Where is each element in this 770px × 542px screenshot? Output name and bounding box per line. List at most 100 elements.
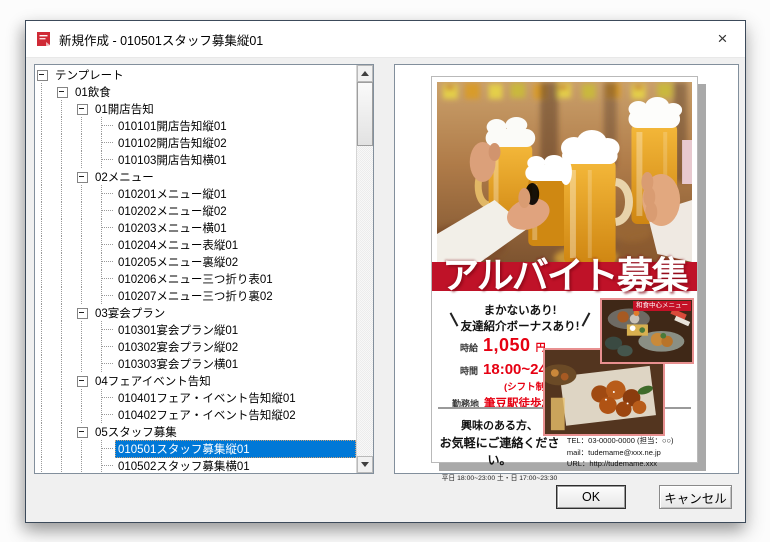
tree-item[interactable]: 01開店告知 (35, 100, 356, 117)
tree-scrollbar[interactable] (356, 65, 373, 473)
tree-connector (97, 457, 115, 473)
tree-item[interactable]: 010303宴会プラン横01 (35, 355, 356, 372)
tree-item-label[interactable]: 010205メニュー裏縦02 (115, 253, 241, 271)
tree-item[interactable]: 010502スタッフ募集横01 (35, 457, 356, 473)
collapse-toggle-icon[interactable] (77, 304, 90, 321)
tree-item[interactable]: 010302宴会プラン縦02 (35, 338, 356, 355)
tree-item-label[interactable]: 010101開店告知縦01 (115, 117, 230, 135)
tree-guide-line (77, 219, 97, 236)
tree-item-label[interactable]: 05スタッフ募集 (92, 423, 180, 441)
tree-item-label[interactable]: 010102開店告知縦02 (115, 134, 230, 152)
tree-item-label[interactable]: 010303宴会プラン横01 (115, 355, 241, 373)
tree-item-label[interactable]: テンプレート (52, 66, 127, 84)
scroll-up-button[interactable] (357, 65, 373, 82)
tree-connector (97, 185, 115, 202)
tree-item-label[interactable]: 010203メニュー横01 (115, 219, 230, 237)
tree-item-label[interactable]: 010502スタッフ募集横01 (115, 457, 253, 474)
tree-item[interactable]: 010103開店告知横01 (35, 151, 356, 168)
tree-item[interactable]: 010101開店告知縦01 (35, 117, 356, 134)
tree-item-label[interactable]: 03宴会プラン (92, 304, 168, 322)
tree-guide-line (37, 151, 57, 168)
scrollbar-thumb[interactable] (357, 82, 373, 146)
poster-title: アルバイト募集 (432, 257, 697, 294)
tree-item[interactable]: 010206メニュー三つ折り表01 (35, 270, 356, 287)
tree-guide-line (77, 321, 97, 338)
tree-item-label[interactable]: 010202メニュー縦02 (115, 202, 230, 220)
tree-item-label[interactable]: 010201メニュー縦01 (115, 185, 230, 203)
tree-item[interactable]: 010203メニュー横01 (35, 219, 356, 236)
tree-guide-line (57, 406, 77, 423)
tree-item[interactable]: 010301宴会プラン縦01 (35, 321, 356, 338)
tree-guide-line (37, 134, 57, 151)
cancel-button[interactable]: キャンセル (659, 485, 732, 509)
appeal-line1: まかないあり! (461, 303, 580, 319)
tree-connector (97, 389, 115, 406)
tree-item-label[interactable]: 010206メニュー三つ折り表01 (115, 270, 276, 288)
tree-guide-line (57, 321, 77, 338)
tree-item-label[interactable]: 010204メニュー表縦01 (115, 236, 241, 254)
tree-guide-line (77, 202, 97, 219)
tree-guide-line (77, 440, 97, 457)
tree-item-label[interactable]: 010207メニュー三つ折り裏02 (115, 287, 276, 305)
tree-item[interactable]: テンプレート (35, 66, 356, 83)
tree-item[interactable]: 010402フェア・イベント告知縦02 (35, 406, 356, 423)
collapse-toggle-icon[interactable] (77, 372, 90, 389)
tree-guide-line (37, 117, 57, 134)
tree-item-label[interactable]: 010301宴会プラン縦01 (115, 321, 241, 339)
template-tree[interactable]: テンプレート01飲食01開店告知010101開店告知縦01010102開店告知縦… (34, 64, 374, 474)
tree-item[interactable]: 010205メニュー裏縦02 (35, 253, 356, 270)
collapse-toggle-icon[interactable] (77, 423, 90, 440)
tree-item[interactable]: 02メニュー (35, 168, 356, 185)
scroll-down-button[interactable] (357, 456, 373, 473)
tree-item-label[interactable]: 010401フェア・イベント告知縦01 (115, 389, 299, 407)
appeal-block: まかないあり! 友達紹介ボーナスあり! (436, 303, 604, 335)
close-button[interactable]: × (700, 21, 745, 57)
tree-item[interactable]: 010204メニュー表縦01 (35, 236, 356, 253)
tree-item[interactable]: 010201メニュー縦01 (35, 185, 356, 202)
tree-guide-line (57, 423, 77, 440)
tree-guide-line (77, 338, 97, 355)
tree-guide-line (77, 185, 97, 202)
tree-connector (97, 287, 115, 304)
tree-item-label[interactable]: 01開店告知 (92, 100, 157, 118)
tree-item-label[interactable]: 04フェアイベント告知 (92, 372, 214, 390)
wage-label: 時給 (460, 341, 478, 354)
tree-guide-line (77, 134, 97, 151)
tree-guide-line (57, 270, 77, 287)
tree-item[interactable]: 010207メニュー三つ折り裏02 (35, 287, 356, 304)
tree-item[interactable]: 010501スタッフ募集縦01 (35, 440, 356, 457)
slash-left-decoration (449, 312, 458, 326)
ok-button[interactable]: OK (556, 485, 626, 509)
tree-guide-line (37, 389, 57, 406)
tree-item-label[interactable]: 010103開店告知横01 (115, 151, 230, 169)
tree-guide-line (57, 168, 77, 185)
collapse-toggle-icon[interactable] (77, 100, 90, 117)
tree-connector (97, 338, 115, 355)
tree-guide-line (37, 253, 57, 270)
tree-item[interactable]: 010202メニュー縦02 (35, 202, 356, 219)
tree-item-label[interactable]: 010402フェア・イベント告知縦02 (115, 406, 299, 424)
tree-guide-line (37, 406, 57, 423)
tree-item[interactable]: 05スタッフ募集 (35, 423, 356, 440)
tree-item[interactable]: 010401フェア・イベント告知縦01 (35, 389, 356, 406)
collapse-toggle-icon[interactable] (37, 66, 50, 83)
titlebar: 新規作成 - 010501スタッフ募集縦01 × (26, 21, 745, 58)
tree-item[interactable]: 010102開店告知縦02 (35, 134, 356, 151)
tree-guide-line (77, 270, 97, 287)
tree-item[interactable]: 01飲食 (35, 83, 356, 100)
tree-item[interactable]: 04フェアイベント告知 (35, 372, 356, 389)
poster-title-band: アルバイト募集 (432, 262, 697, 291)
tree-guide-line (37, 219, 57, 236)
tree-item-label[interactable]: 010501スタッフ募集縦01 (115, 440, 356, 458)
tree-item[interactable]: 03宴会プラン (35, 304, 356, 321)
tree-guide-line (57, 134, 77, 151)
tree-item-label[interactable]: 02メニュー (92, 168, 157, 186)
tree-guide-line (77, 355, 97, 372)
tree-connector (97, 134, 115, 151)
tree-item-label[interactable]: 010302宴会プラン縦02 (115, 338, 241, 356)
collapse-toggle-icon[interactable] (57, 83, 70, 100)
wage-row: 時給 1,050 円 (460, 335, 546, 356)
collapse-toggle-icon[interactable] (77, 168, 90, 185)
tree-item-label[interactable]: 01飲食 (72, 83, 114, 101)
shop-tel: TEL：03-0000-0000 (担当：○○) (567, 435, 695, 447)
